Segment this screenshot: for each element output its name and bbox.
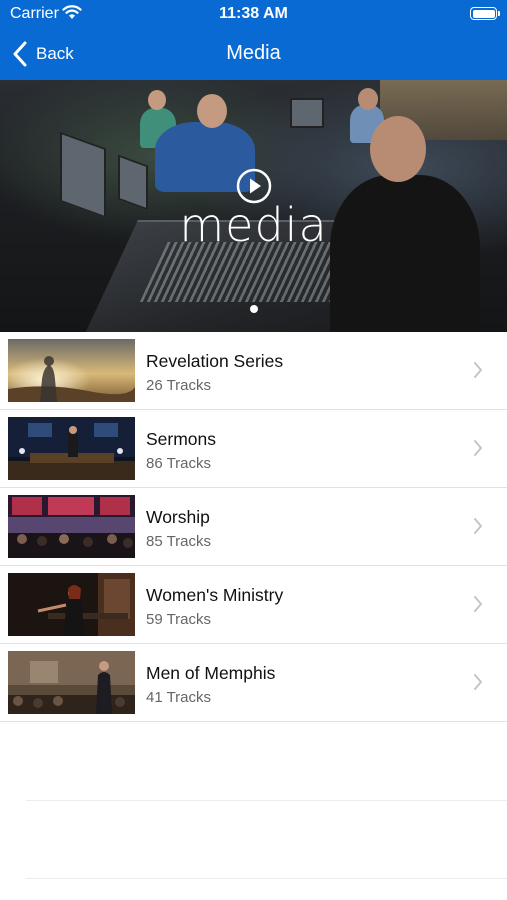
list-item-men-of-memphis[interactable]: Men of Memphis 41 Tracks: [0, 644, 507, 722]
battery-icon: [470, 7, 500, 20]
hero-title: media: [179, 198, 328, 252]
playlist-track-count: 85 Tracks: [146, 533, 212, 550]
playlist-title: Sermons: [146, 429, 217, 449]
top-bar: Carrier 11:38 AM Back Media: [0, 0, 507, 80]
playlist-track-count: 86 Tracks: [146, 455, 212, 472]
hero-monitor: [290, 98, 324, 128]
playlist-thumbnail: [8, 495, 135, 558]
playlist-list: Revelation Series 26 Tracks Sermons 86 T…: [0, 332, 507, 722]
hero-person-head: [370, 116, 426, 182]
playlist-thumbnail: [8, 339, 135, 402]
hero-person-head: [358, 88, 378, 110]
clock: 11:38 AM: [219, 5, 288, 22]
empty-row-separator: [26, 878, 507, 879]
hero-person-head: [197, 94, 227, 128]
status-bar: Carrier 11:38 AM: [0, 0, 507, 28]
playlist-track-count: 41 Tracks: [146, 689, 212, 706]
playlist-title: Revelation Series: [146, 351, 284, 371]
hero-banner[interactable]: media: [0, 80, 507, 332]
playlist-thumbnail: [8, 573, 135, 636]
chevron-right-icon: [474, 518, 482, 534]
list-item-womens-ministry[interactable]: Women's Ministry 59 Tracks: [0, 566, 507, 644]
playlist-title: Women's Ministry: [146, 585, 284, 605]
chevron-right-icon: [474, 596, 482, 612]
playlist-track-count: 59 Tracks: [146, 611, 212, 628]
chevron-right-icon: [474, 362, 482, 378]
chevron-right-icon: [474, 674, 482, 690]
playlist-thumbnail: [8, 417, 135, 480]
list-item-revelation-series[interactable]: Revelation Series 26 Tracks: [0, 332, 507, 410]
page-indicator-dot: [250, 305, 258, 313]
hero-person-head: [148, 90, 166, 110]
chevron-right-icon: [474, 440, 482, 456]
playlist-thumbnail: [8, 651, 135, 714]
page-title: Media: [226, 42, 281, 64]
playlist-track-count: 26 Tracks: [146, 377, 212, 394]
navigation-bar: Back Media: [0, 28, 507, 80]
playlist-title: Men of Memphis: [146, 663, 276, 683]
list-item-worship[interactable]: Worship 85 Tracks: [0, 488, 507, 566]
empty-row-separator: [26, 800, 507, 801]
playlist-title: Worship: [146, 507, 210, 527]
list-item-sermons[interactable]: Sermons 86 Tracks: [0, 410, 507, 488]
